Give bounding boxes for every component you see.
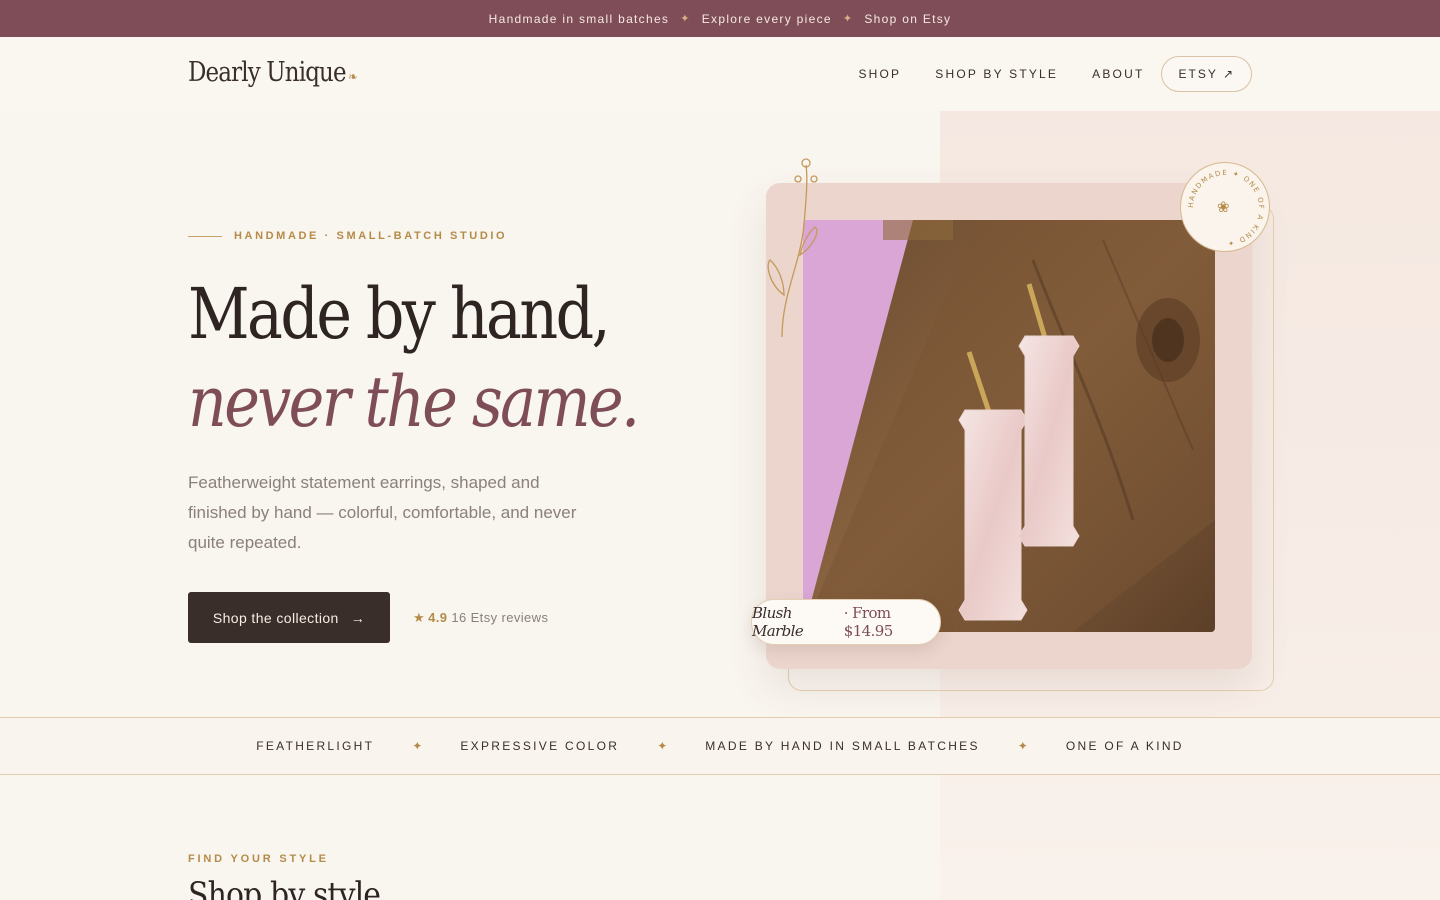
- cta-label: Shop the collection: [212, 609, 339, 626]
- sparkle-icon: ✦: [1017, 739, 1028, 753]
- eyebrow-text: HANDMADE · SMALL-BATCH STUDIO: [234, 230, 508, 242]
- sparkle-icon: ✦: [680, 13, 691, 25]
- nav-shop[interactable]: SHOP: [858, 67, 901, 81]
- logo-text: Dearly Unique: [188, 57, 347, 88]
- announcement-item[interactable]: Explore every piece: [702, 12, 832, 26]
- nav-shop-by-style[interactable]: SHOP BY STYLE: [935, 67, 1058, 81]
- site-header: Dearly Unique ❧ SHOP SHOP BY STYLE ABOUT …: [0, 37, 1440, 111]
- arrow-right-icon: →: [350, 609, 366, 626]
- announcement-bar: Handmade in small batches ✦ Explore ever…: [0, 0, 1440, 37]
- logo[interactable]: Dearly Unique ❧: [188, 57, 358, 88]
- cta-row: Shop the collection → ★ 4.9 16 Etsy review…: [188, 592, 711, 643]
- hero-description: Featherweight statement earrings, shaped…: [188, 473, 577, 552]
- hero-headline: Made by hand, never the same.: [188, 270, 640, 446]
- shop-collection-button[interactable]: Shop the collection →: [188, 592, 390, 643]
- etsy-rating[interactable]: ★ 4.9 16 Etsy reviews: [413, 610, 548, 626]
- value-item: MADE BY HAND IN SMALL BATCHES: [705, 739, 980, 753]
- headline-line-2: never the same.: [188, 361, 640, 443]
- handmade-badge: HANDMADE ✦ ONE OF A KIND ✦ ❀: [1180, 162, 1270, 252]
- earrings-illustration: [803, 220, 1215, 632]
- product-price-tag[interactable]: Blush Marble · From $14.95: [751, 599, 941, 645]
- floral-sprig-icon: [767, 158, 818, 338]
- sparkle-icon: ✦: [842, 13, 854, 25]
- value-item: FEATHERLIGHT: [256, 739, 375, 753]
- product-photo[interactable]: [803, 220, 1215, 632]
- etsy-button[interactable]: ETSY ↗: [1161, 56, 1252, 92]
- section-title: Shop by style: [188, 875, 381, 900]
- value-item: ONE OF A KIND: [1065, 739, 1184, 753]
- main-nav: SHOP SHOP BY STYLE ABOUT ETSY ↗: [824, 56, 1252, 92]
- nav-about[interactable]: ABOUT: [1092, 67, 1144, 81]
- rating-label: 16 Etsy reviews: [451, 609, 549, 625]
- product-name: Blush Marble: [752, 604, 804, 640]
- hero-eyebrow: HANDMADE · SMALL-BATCH STUDIO: [188, 230, 711, 242]
- leaf-icon: ❧: [348, 70, 357, 85]
- value-item: EXPRESSIVE COLOR: [460, 739, 620, 753]
- announcement-item[interactable]: Handmade in small batches: [489, 12, 670, 26]
- values-strip: FEATHERLIGHT ✦ EXPRESSIVE COLOR ✦ MADE B…: [0, 717, 1440, 775]
- headline-line-1: Made by hand,: [188, 273, 611, 355]
- sparkle-icon: ✦: [657, 739, 668, 753]
- product-price: · From $14.95: [843, 604, 893, 640]
- section-kicker: FIND YOUR STYLE: [188, 853, 329, 865]
- sparkle-icon: ✦: [412, 739, 423, 753]
- flower-icon: ❀: [1217, 199, 1230, 216]
- shop-by-style-section: FIND YOUR STYLE Shop by style: [188, 853, 406, 900]
- eyebrow-rule: [188, 235, 222, 237]
- hero-copy: HANDMADE · SMALL-BATCH STUDIO Made by ha…: [188, 230, 711, 643]
- rating-score: 4.9: [428, 609, 448, 625]
- star-icon: ★: [413, 609, 426, 625]
- announcement-item[interactable]: Shop on Etsy: [864, 12, 951, 26]
